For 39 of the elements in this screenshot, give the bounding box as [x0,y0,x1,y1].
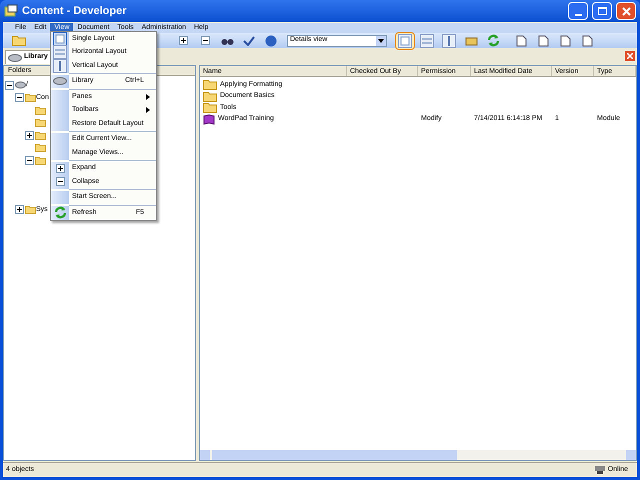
document-icon [560,34,570,46]
plus-icon [56,164,64,173]
drive-icon [53,77,67,86]
expand-toggle-icon[interactable] [14,205,24,214]
checkmark-icon [243,36,255,46]
minimize-button[interactable] [568,2,588,20]
network-icon [594,465,606,475]
book-icon [203,114,215,125]
layout-button[interactable] [417,32,437,50]
dropdown-arrow-icon [376,36,386,46]
drive-icon [15,81,26,90]
minus-icon [200,36,210,45]
drive-icon [8,54,22,62]
app-icon [4,4,18,18]
collapse-toggle-icon[interactable] [24,156,34,165]
close-button[interactable] [625,51,635,61]
horizontal-scrollbar[interactable] [200,450,636,460]
maximize-button[interactable] [592,2,612,20]
submenu-arrow-icon [146,107,150,114]
layout-button[interactable] [439,32,459,50]
document-icon [538,34,548,46]
close-icon [622,6,630,16]
plus-icon [178,36,188,45]
collapse-toggle-icon[interactable] [4,80,14,90]
layout-icon [442,34,456,48]
refresh-icon [54,206,66,220]
close-button[interactable] [616,2,636,20]
document-icon [582,34,592,46]
window-title: Content - Developer [22,4,128,19]
collapse-toggle-icon[interactable] [14,93,24,102]
layout-button[interactable] [395,32,415,50]
expand-toggle-icon[interactable] [24,130,34,140]
refresh-icon [486,34,500,47]
submenu-arrow-icon [146,94,150,100]
minus-icon [56,177,64,186]
close-icon [627,53,633,59]
document-icon [516,34,526,46]
layout-icon [398,34,412,48]
layout-icon [420,34,434,48]
